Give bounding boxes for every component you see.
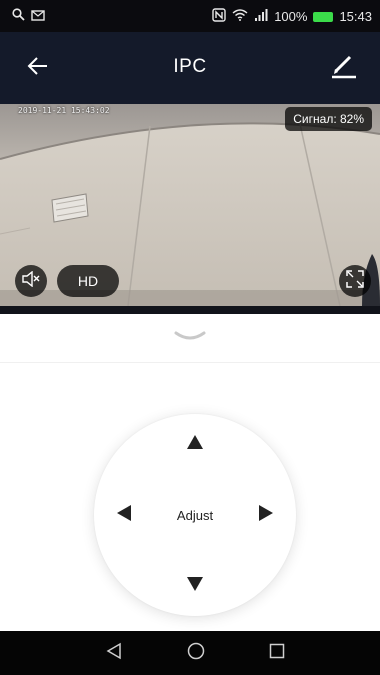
page-title: IPC	[173, 56, 207, 77]
quality-button[interactable]: HD	[57, 265, 119, 297]
nav-back-icon	[106, 642, 122, 665]
status-right-icons: 100% 15:43	[212, 8, 372, 25]
clock: 15:43	[339, 9, 372, 24]
speaker-muted-icon	[22, 270, 40, 292]
nav-back-button[interactable]	[102, 641, 126, 665]
triangle-right-icon	[258, 504, 274, 527]
battery-percent: 100%	[274, 9, 308, 24]
divider	[0, 362, 380, 363]
ptz-right-button[interactable]	[246, 495, 286, 535]
nav-home-button[interactable]	[184, 641, 208, 665]
mute-button[interactable]	[15, 265, 47, 297]
pencil-icon	[331, 53, 357, 84]
wifi-icon	[232, 9, 248, 24]
mail-icon	[31, 9, 45, 24]
triangle-down-icon	[186, 576, 204, 597]
ptz-control: Adjust	[94, 414, 296, 616]
status-left-icons	[12, 8, 45, 24]
nfc-icon	[212, 8, 226, 25]
chevron-down-icon	[173, 329, 207, 347]
fullscreen-icon	[346, 269, 364, 293]
ptz-up-button[interactable]	[175, 424, 215, 464]
video-timestamp: 2019-11-21 15:43:02	[18, 106, 110, 115]
fullscreen-button[interactable]	[339, 265, 371, 297]
ptz-down-button[interactable]	[175, 566, 215, 606]
nav-recent-icon	[269, 643, 285, 664]
camera-view[interactable]: 2019-11-21 15:43:02 Сигнал: 82% HD	[0, 104, 380, 306]
battery-icon	[313, 11, 334, 22]
app-bar: IPC	[0, 32, 380, 104]
triangle-up-icon	[186, 434, 204, 455]
signal-bars-icon	[254, 9, 268, 24]
signal-badge: Сигнал: 82%	[285, 107, 372, 131]
camera-bottom-border	[0, 306, 380, 314]
status-bar: 100% 15:43	[0, 0, 380, 32]
nav-home-icon	[187, 642, 205, 665]
search-icon	[12, 8, 25, 24]
collapse-handle[interactable]	[170, 328, 210, 348]
nav-recent-button[interactable]	[265, 641, 289, 665]
system-nav-bar	[0, 631, 380, 675]
edit-button[interactable]	[326, 50, 362, 86]
